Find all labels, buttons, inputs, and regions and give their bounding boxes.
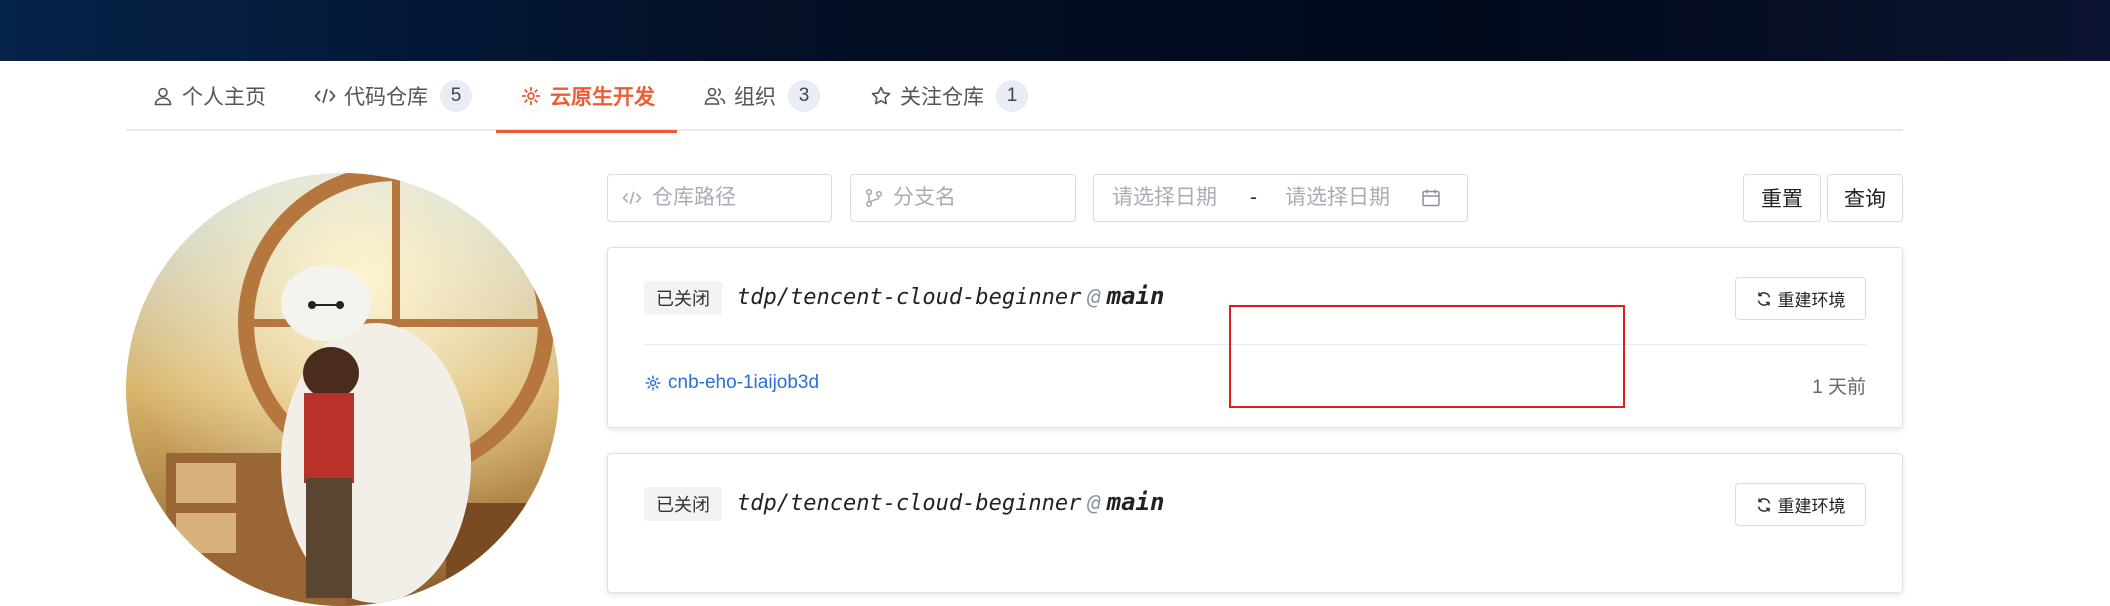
rebuild-env-label: 重建环境 (1777, 497, 1846, 516)
branch-name: main (1106, 488, 1165, 516)
repo-count-badge: 5 (440, 80, 472, 112)
relative-time: 1 天前 (1812, 377, 1866, 398)
refresh-icon (1756, 497, 1772, 513)
at-separator: @ (1087, 285, 1101, 310)
date-range-picker: - (1093, 174, 1468, 222)
user-icon (152, 85, 174, 107)
tab-personal-home[interactable]: 个人主页 (152, 61, 266, 131)
repo-name: tdp/tencent-cloud-beginner (737, 491, 1082, 516)
refresh-icon (1756, 291, 1772, 307)
repo-path-input[interactable] (652, 186, 792, 210)
repo-path-filter (607, 174, 832, 222)
code-icon (314, 85, 336, 107)
branch-input[interactable] (893, 186, 1033, 210)
tab-label: 个人主页 (182, 86, 266, 109)
rebuild-env-button[interactable]: 重建环境 (1735, 277, 1866, 320)
annotation-highlight-box (1229, 305, 1625, 408)
tab-label: 云原生开发 (550, 86, 655, 109)
star-icon (870, 85, 892, 107)
env-link[interactable]: cnb-eho-1iaijob3d (644, 372, 819, 394)
profile-tabs: 个人主页 代码仓库 5 云原生开发 组织 3 关注仓库 1 (126, 61, 1903, 133)
branch-filter (850, 174, 1076, 222)
at-separator: @ (1087, 491, 1101, 516)
tab-starred-repos[interactable]: 关注仓库 1 (870, 61, 1028, 131)
status-badge: 已关闭 (644, 487, 722, 521)
reset-button[interactable]: 重置 (1743, 174, 1821, 222)
status-badge: 已关闭 (644, 281, 722, 315)
end-date-input[interactable] (1285, 186, 1415, 210)
top-navigation-bar (0, 0, 2110, 61)
repo-branch-title[interactable]: tdp/tencent-cloud-beginner @ main (737, 488, 1164, 516)
rebuild-env-label: 重建环境 (1777, 291, 1846, 310)
date-separator: - (1250, 186, 1257, 209)
env-name: cnb-eho-1iaijob3d (668, 372, 820, 393)
branch-name: main (1106, 282, 1165, 310)
tab-code-repos[interactable]: 代码仓库 5 (314, 61, 472, 131)
query-button[interactable]: 查询 (1827, 174, 1903, 222)
repo-name: tdp/tencent-cloud-beginner (737, 285, 1082, 310)
tab-label: 组织 (734, 86, 776, 109)
tab-label: 代码仓库 (344, 86, 428, 109)
org-count-badge: 3 (788, 80, 820, 112)
code-icon (622, 190, 642, 206)
calendar-icon[interactable] (1421, 188, 1441, 208)
tab-organizations[interactable]: 组织 3 (704, 61, 820, 131)
workspace-card: 已关闭 tdp/tencent-cloud-beginner @ main 重建环境 (607, 453, 1903, 593)
rebuild-env-button[interactable]: 重建环境 (1735, 483, 1866, 526)
start-date-input[interactable] (1112, 186, 1242, 210)
tab-cloud-native-dev[interactable]: 云原生开发 (496, 61, 677, 133)
starred-count-badge: 1 (996, 80, 1028, 112)
group-icon (704, 85, 726, 107)
branch-icon (865, 188, 883, 208)
avatar (126, 173, 559, 606)
repo-branch-title[interactable]: tdp/tencent-cloud-beginner @ main (737, 282, 1164, 310)
cloud-dev-icon (644, 374, 662, 392)
tab-label: 关注仓库 (900, 86, 984, 109)
cloud-dev-icon (520, 85, 542, 107)
